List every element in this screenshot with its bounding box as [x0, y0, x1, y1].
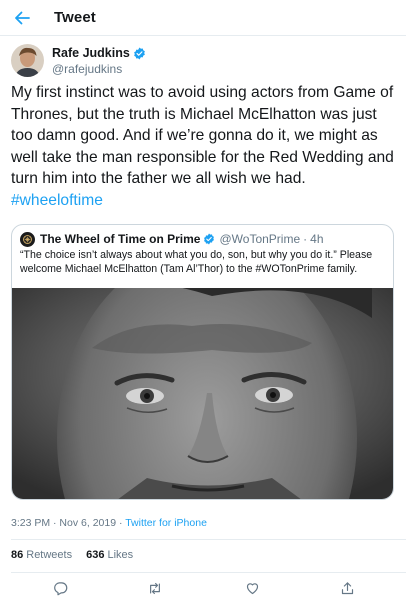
retweet-icon[interactable]	[147, 580, 163, 596]
tweet-text: My first instinct was to avoid using act…	[11, 82, 399, 212]
share-icon[interactable]	[339, 580, 355, 596]
timestamp[interactable]: 3:23 PM · Nov 6, 2019 ·	[11, 517, 125, 529]
reply-icon[interactable]	[52, 580, 68, 596]
quoted-photo[interactable]	[12, 288, 393, 499]
quoted-tweet[interactable]: The Wheel of Time on Prime @WoTonPrime ·…	[11, 224, 394, 500]
quoted-author-name: The Wheel of Time on Prime	[40, 232, 201, 246]
tweet-actions	[0, 576, 406, 599]
arrow-left-icon[interactable]	[14, 10, 30, 26]
engagement-stats: 86 Retweets 636 Likes	[11, 549, 147, 561]
retweets-count: 86	[11, 549, 24, 561]
quoted-text: “The choice isn’t always about what you …	[20, 249, 373, 275]
verified-badge-icon	[203, 233, 215, 245]
quoted-author-handle: @WoTonPrime	[219, 232, 301, 246]
retweets-label: Retweets	[26, 549, 73, 561]
likes-stat[interactable]: 636 Likes	[86, 549, 133, 561]
page-title: Tweet	[54, 9, 96, 26]
likes-label: Likes	[107, 549, 134, 561]
quoted-avatar	[20, 231, 35, 247]
verified-badge-icon	[133, 47, 146, 60]
avatar[interactable]	[11, 44, 44, 77]
divider	[11, 539, 406, 540]
author-name[interactable]: Rafe Judkins	[52, 46, 130, 60]
author-handle[interactable]: @rafejudkins	[52, 62, 146, 76]
source-link[interactable]: Twitter for iPhone	[125, 517, 207, 529]
likes-count: 636	[86, 549, 105, 561]
separator-dot: ·	[303, 232, 308, 246]
retweets-stat[interactable]: 86 Retweets	[11, 549, 72, 561]
heart-icon[interactable]	[244, 580, 260, 596]
top-bar: Tweet	[0, 0, 406, 36]
tweet-meta: 3:23 PM · Nov 6, 2019 · Twitter for iPho…	[11, 517, 207, 529]
divider	[11, 572, 406, 573]
quoted-time: 4h	[310, 232, 324, 246]
hashtag-link[interactable]: #wheeloftime	[11, 192, 103, 209]
tweet-body: My first instinct was to avoid using act…	[11, 84, 394, 188]
